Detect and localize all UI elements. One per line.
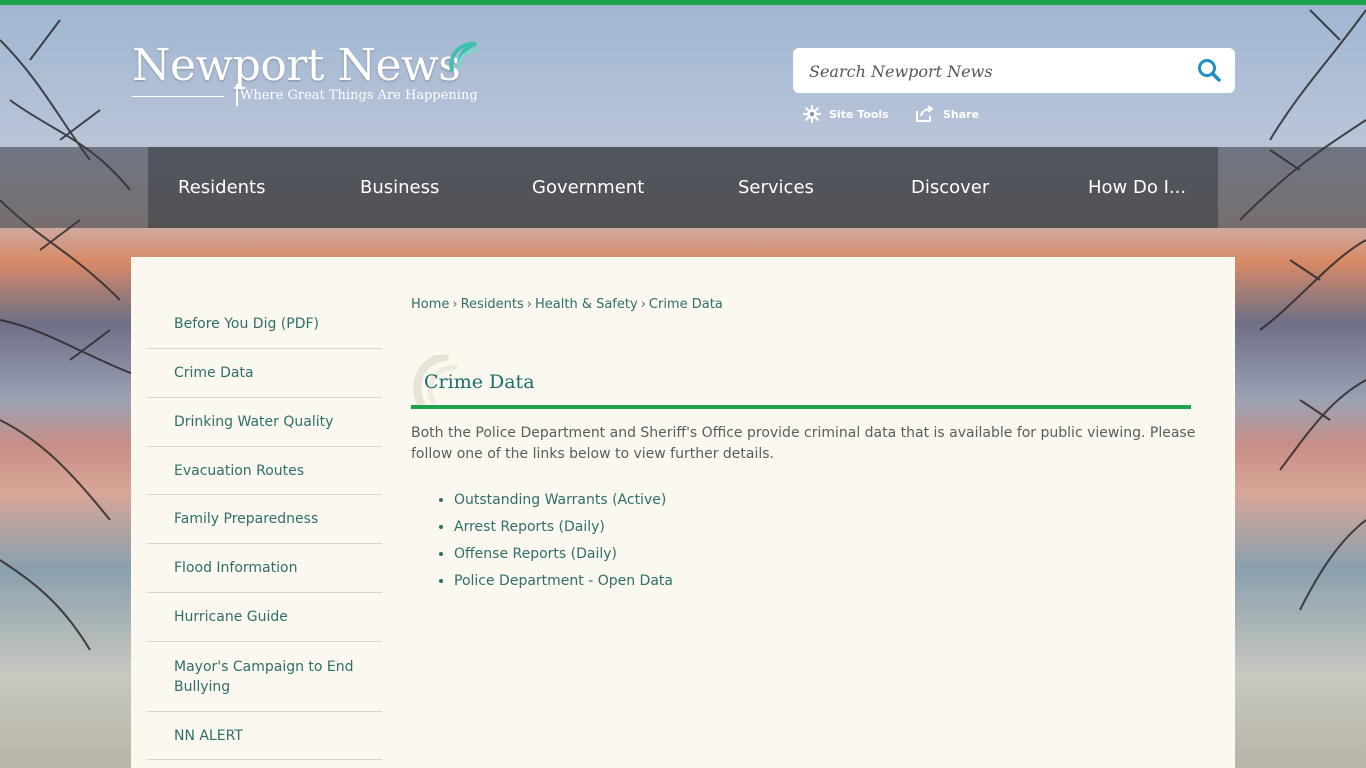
breadcrumb-residents[interactable]: Residents [461,297,524,312]
link-police-open-data[interactable]: Police Department - Open Data [454,568,673,595]
sidebar-nav: Before You Dig (PDF) Crime Data Drinking… [147,299,382,760]
share-button[interactable]: Share [915,104,979,124]
top-accent-bar [0,0,1366,5]
content-panel: Before You Dig (PDF) Crime Data Drinking… [131,257,1235,768]
search-button[interactable] [1195,56,1225,86]
nav-item-government[interactable]: Government [532,147,644,228]
breadcrumb-health-safety[interactable]: Health & Safety [535,297,638,312]
logo-tagline: Where Great Things Are Happening [240,88,478,103]
page-title: Crime Data [424,371,535,393]
sidebar-item-end-bullying[interactable]: Mayor's Campaign to End Bullying [147,642,382,712]
breadcrumb-home[interactable]: Home [411,297,449,312]
site-logo[interactable]: Newport News Where Great Things Are Happ… [132,38,492,110]
breadcrumb-separator: › [452,297,458,312]
logo-underline [132,96,224,97]
breadcrumb-separator: › [640,297,646,312]
link-arrest-reports[interactable]: Arrest Reports (Daily) [454,514,673,541]
sidebar-item-drinking-water[interactable]: Drinking Water Quality [147,398,382,447]
nav-item-residents[interactable]: Residents [178,147,266,228]
link-outstanding-warrants[interactable]: Outstanding Warrants (Active) [454,487,673,514]
breadcrumb: Home › Residents › Health & Safety › Crime Dat… [411,297,723,312]
link-offense-reports[interactable]: Offense Reports (Daily) [454,541,673,568]
page-title-block: Crime Data [411,355,1191,411]
nav-item-services[interactable]: Services [738,147,814,228]
sidebar-item-flood-information[interactable]: Flood Information [147,544,382,593]
sidebar-item-evacuation-routes[interactable]: Evacuation Routes [147,447,382,495]
site-tools-label: Site Tools [829,107,889,121]
nav-item-discover[interactable]: Discover [911,147,989,228]
sidebar-item-nn-alert[interactable]: NN ALERT [147,712,382,760]
share-icon [916,105,934,122]
logo-swirl-icon [449,41,480,72]
search-box [793,48,1235,93]
nav-item-business[interactable]: Business [360,147,439,228]
nav-item-how-do-i[interactable]: How Do I... [1088,147,1186,228]
sidebar-item-before-you-dig[interactable]: Before You Dig (PDF) [147,299,382,349]
search-input[interactable] [807,58,1191,84]
logo-divider [236,84,238,106]
sidebar-item-crime-data[interactable]: Crime Data [147,349,382,398]
nav-band-left [0,147,148,228]
breadcrumb-separator: › [526,297,532,312]
main-nav: Residents Business Government Services D… [148,147,1218,228]
sidebar-item-family-preparedness[interactable]: Family Preparedness [147,495,382,544]
breadcrumb-current: Crime Data [648,297,723,312]
gear-icon [803,105,821,123]
intro-text: Both the Police Department and Sheriff's… [411,425,1196,462]
logo-title: Newport News [132,40,461,91]
share-label: Share [943,107,980,121]
crime-data-links: Outstanding Warrants (Active) Arrest Rep… [435,487,673,595]
sidebar-item-hurricane-guide[interactable]: Hurricane Guide [147,593,382,642]
nav-band-right [1218,147,1366,228]
search-icon [1198,59,1221,82]
title-underline [411,405,1191,409]
site-tools-button[interactable]: Site Tools [803,104,889,124]
